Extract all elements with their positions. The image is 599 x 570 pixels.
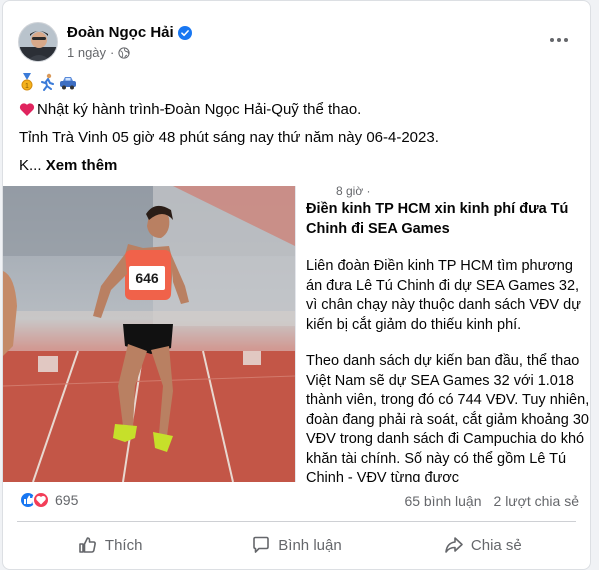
share-label: Chia sẻ [470,536,522,554]
reaction-count[interactable]: 695 [55,492,78,508]
post-timestamp[interactable]: 1 ngày [67,45,106,60]
comment-icon [253,536,270,553]
post-text-line-1: Nhật ký hành trình-Đoàn Ngọc Hải-Quỹ thể… [19,101,361,118]
share-button[interactable]: Chia sẻ [390,526,576,564]
reaction-summary[interactable]: 695 [19,491,78,509]
comment-label: Bình luận [278,536,342,554]
more-dot-icon [550,38,554,42]
verified-badge-icon [177,25,192,40]
post-text-line-3: K... Xem thêm [19,157,117,174]
like-button[interactable]: Thích [17,526,203,564]
like-label: Thích [104,536,143,554]
medal-icon: 1 [21,73,33,91]
news-paragraph-2: Theo danh sách dự kiến ban đầu, thể thao… [306,353,590,482]
svg-text:1: 1 [25,83,29,90]
comment-count[interactable]: 65 bình luận [404,493,481,509]
post-stats: 695 65 bình luận 2 lượt chia sẻ [19,491,579,513]
meta-separator: · [110,45,115,60]
see-more-link[interactable]: Xem thêm [46,157,118,174]
athlete-photo[interactable]: 646 [3,186,295,482]
post-card: Đoàn Ngọc Hải 1 ngày · 1 Nhật ký hành tr… [2,0,591,570]
post-text-line-2: Tỉnh Trà Vinh 05 giờ 48 phút sáng nay th… [19,129,439,146]
inner-post-time: 8 giờ · [336,186,371,198]
globe-icon [118,46,131,59]
more-dot-icon [564,38,568,42]
share-arrow-icon [445,537,463,553]
share-count[interactable]: 2 lượt chia sẻ [494,493,579,509]
truncated-text: K... [19,157,42,174]
news-headline: Điền kinh TP HCM xin kinh phí đưa Tú Chi… [306,201,569,237]
author-name[interactable]: Đoàn Ngọc Hải [67,24,192,41]
news-screenshot[interactable]: 8 giờ · Điền kinh TP HCM xin kinh phí đư… [295,186,590,482]
thumbs-up-icon [79,537,96,553]
stats-divider [17,521,576,522]
engagement-counts: 65 bình luận 2 lượt chia sẻ [404,493,579,509]
author-name-text[interactable]: Đoàn Ngọc Hải [67,24,174,41]
bib-number: 646 [135,270,159,286]
post-actions: Thích Bình luận Chia sẻ [17,526,576,564]
emoji-line: 1 [19,73,77,91]
post-media[interactable]: 646 8 giờ · Điền kinh TP HCM xin kinh ph… [3,186,590,482]
news-paragraph-1: Liên đoàn Điền kinh TP HCM tìm phương án… [306,258,581,333]
runner-icon [41,73,54,91]
red-heart-icon [19,103,35,116]
more-options-button[interactable] [542,27,576,53]
post-text-line-1-text: Nhật ký hành trình-Đoàn Ngọc Hải-Quỹ thể… [37,101,362,118]
author-avatar[interactable] [18,22,58,62]
more-dot-icon [557,38,561,42]
comment-button[interactable]: Bình luận [203,526,389,564]
post-meta: 1 ngày · [67,45,131,60]
car-icon [60,77,76,90]
love-reaction-icon [32,491,50,509]
